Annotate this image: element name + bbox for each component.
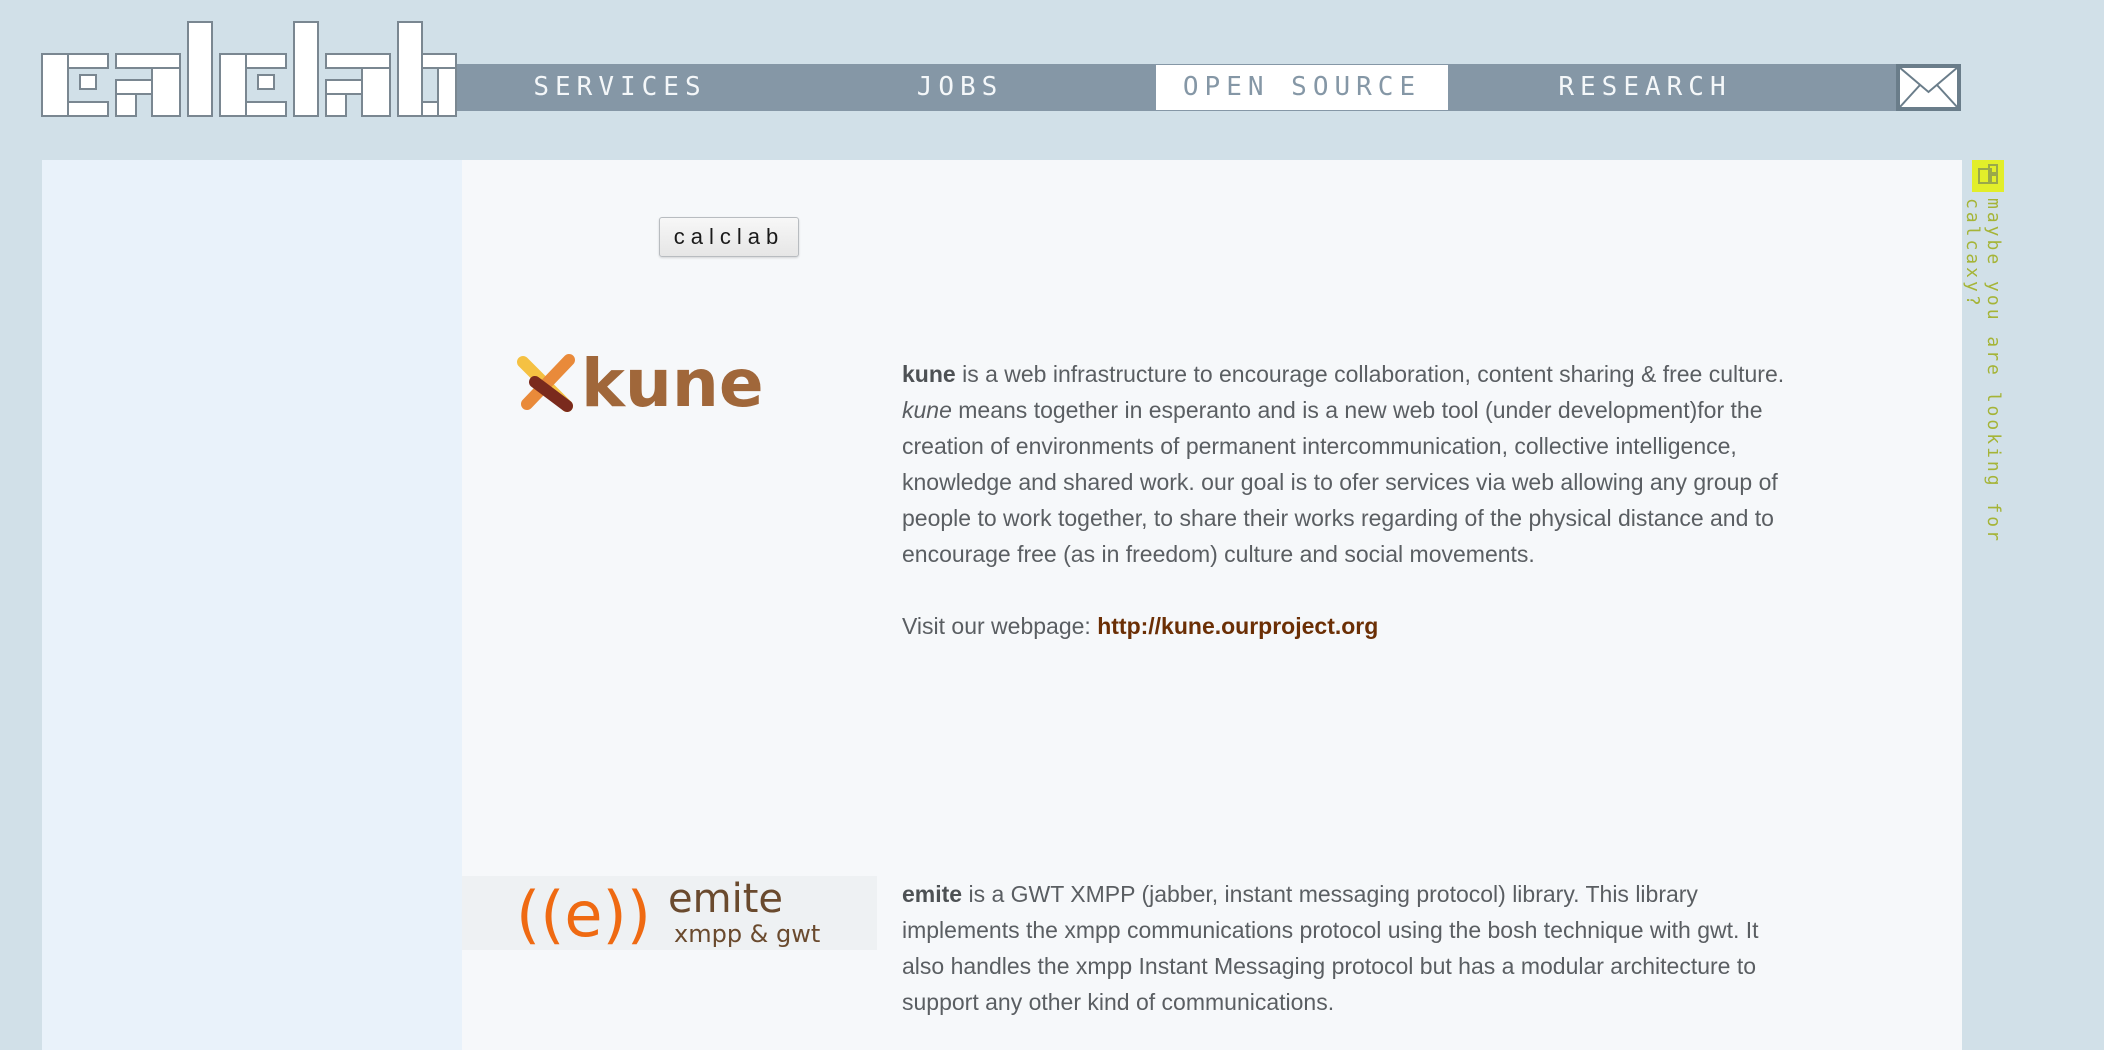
- calcaxy-hint-link[interactable]: maybe you are looking for calcaxy?: [1962, 198, 2004, 568]
- emite-logo[interactable]: ((e)) emite xmpp & gwt: [462, 876, 877, 951]
- emite-logo-mark: ((e)): [516, 878, 651, 950]
- left-sidebar: [42, 160, 462, 1050]
- contact-mail-button[interactable]: [1896, 64, 1961, 111]
- calcaxy-icon[interactable]: [1972, 160, 2004, 192]
- kune-description: kune is a web infrastructure to encourag…: [902, 356, 1792, 644]
- calclab-tag-button[interactable]: calclab: [659, 217, 799, 257]
- kune-webpage-link[interactable]: http://kune.ourproject.org: [1097, 613, 1378, 639]
- envelope-icon: [1898, 66, 1959, 109]
- emite-logo-subtext: xmpp & gwt: [674, 920, 820, 948]
- kune-visit-line: Visit our webpage: http://kune.ourprojec…: [902, 608, 1792, 644]
- kune-detail: means together in esperanto and is a new…: [902, 397, 1778, 567]
- nav-open-source[interactable]: OPEN SOURCE: [1155, 64, 1449, 111]
- nav-research[interactable]: RESEARCH: [1530, 64, 1760, 111]
- emite-description: emite is a GWT XMPP (jabber, instant mes…: [902, 876, 1792, 1020]
- nav-services[interactable]: SERVICES: [500, 64, 740, 111]
- calclab-logo-graphic: [41, 21, 457, 117]
- emite-name: emite: [902, 881, 963, 907]
- emite-lead: is a GWT XMPP (jabber, instant messaging…: [902, 881, 1759, 1015]
- nav-jobs[interactable]: JOBS: [880, 64, 1040, 111]
- calclab-logo[interactable]: [40, 20, 460, 132]
- kune-lead-paragraph: kune is a web infrastructure to encourag…: [902, 356, 1792, 392]
- kune-logo-graphic: kune: [517, 345, 764, 422]
- kune-logo[interactable]: kune: [515, 345, 825, 422]
- kune-italic-name: kune: [902, 397, 952, 423]
- kune-lead: is a web infrastructure to encourage col…: [955, 361, 1785, 387]
- kune-detail-paragraph: kune means together in esperanto and is …: [902, 392, 1792, 572]
- kune-logo-wordmark: kune: [581, 348, 764, 418]
- emite-logo-graphic: ((e)) emite xmpp & gwt: [516, 876, 820, 951]
- kune-visit-label: Visit our webpage:: [902, 613, 1098, 639]
- emite-lead-paragraph: emite is a GWT XMPP (jabber, instant mes…: [902, 876, 1792, 1020]
- calcaxy-icon-graphic: [1978, 164, 1998, 184]
- emite-logo-wordmark: emite: [668, 876, 783, 922]
- kune-name: kune: [902, 361, 956, 387]
